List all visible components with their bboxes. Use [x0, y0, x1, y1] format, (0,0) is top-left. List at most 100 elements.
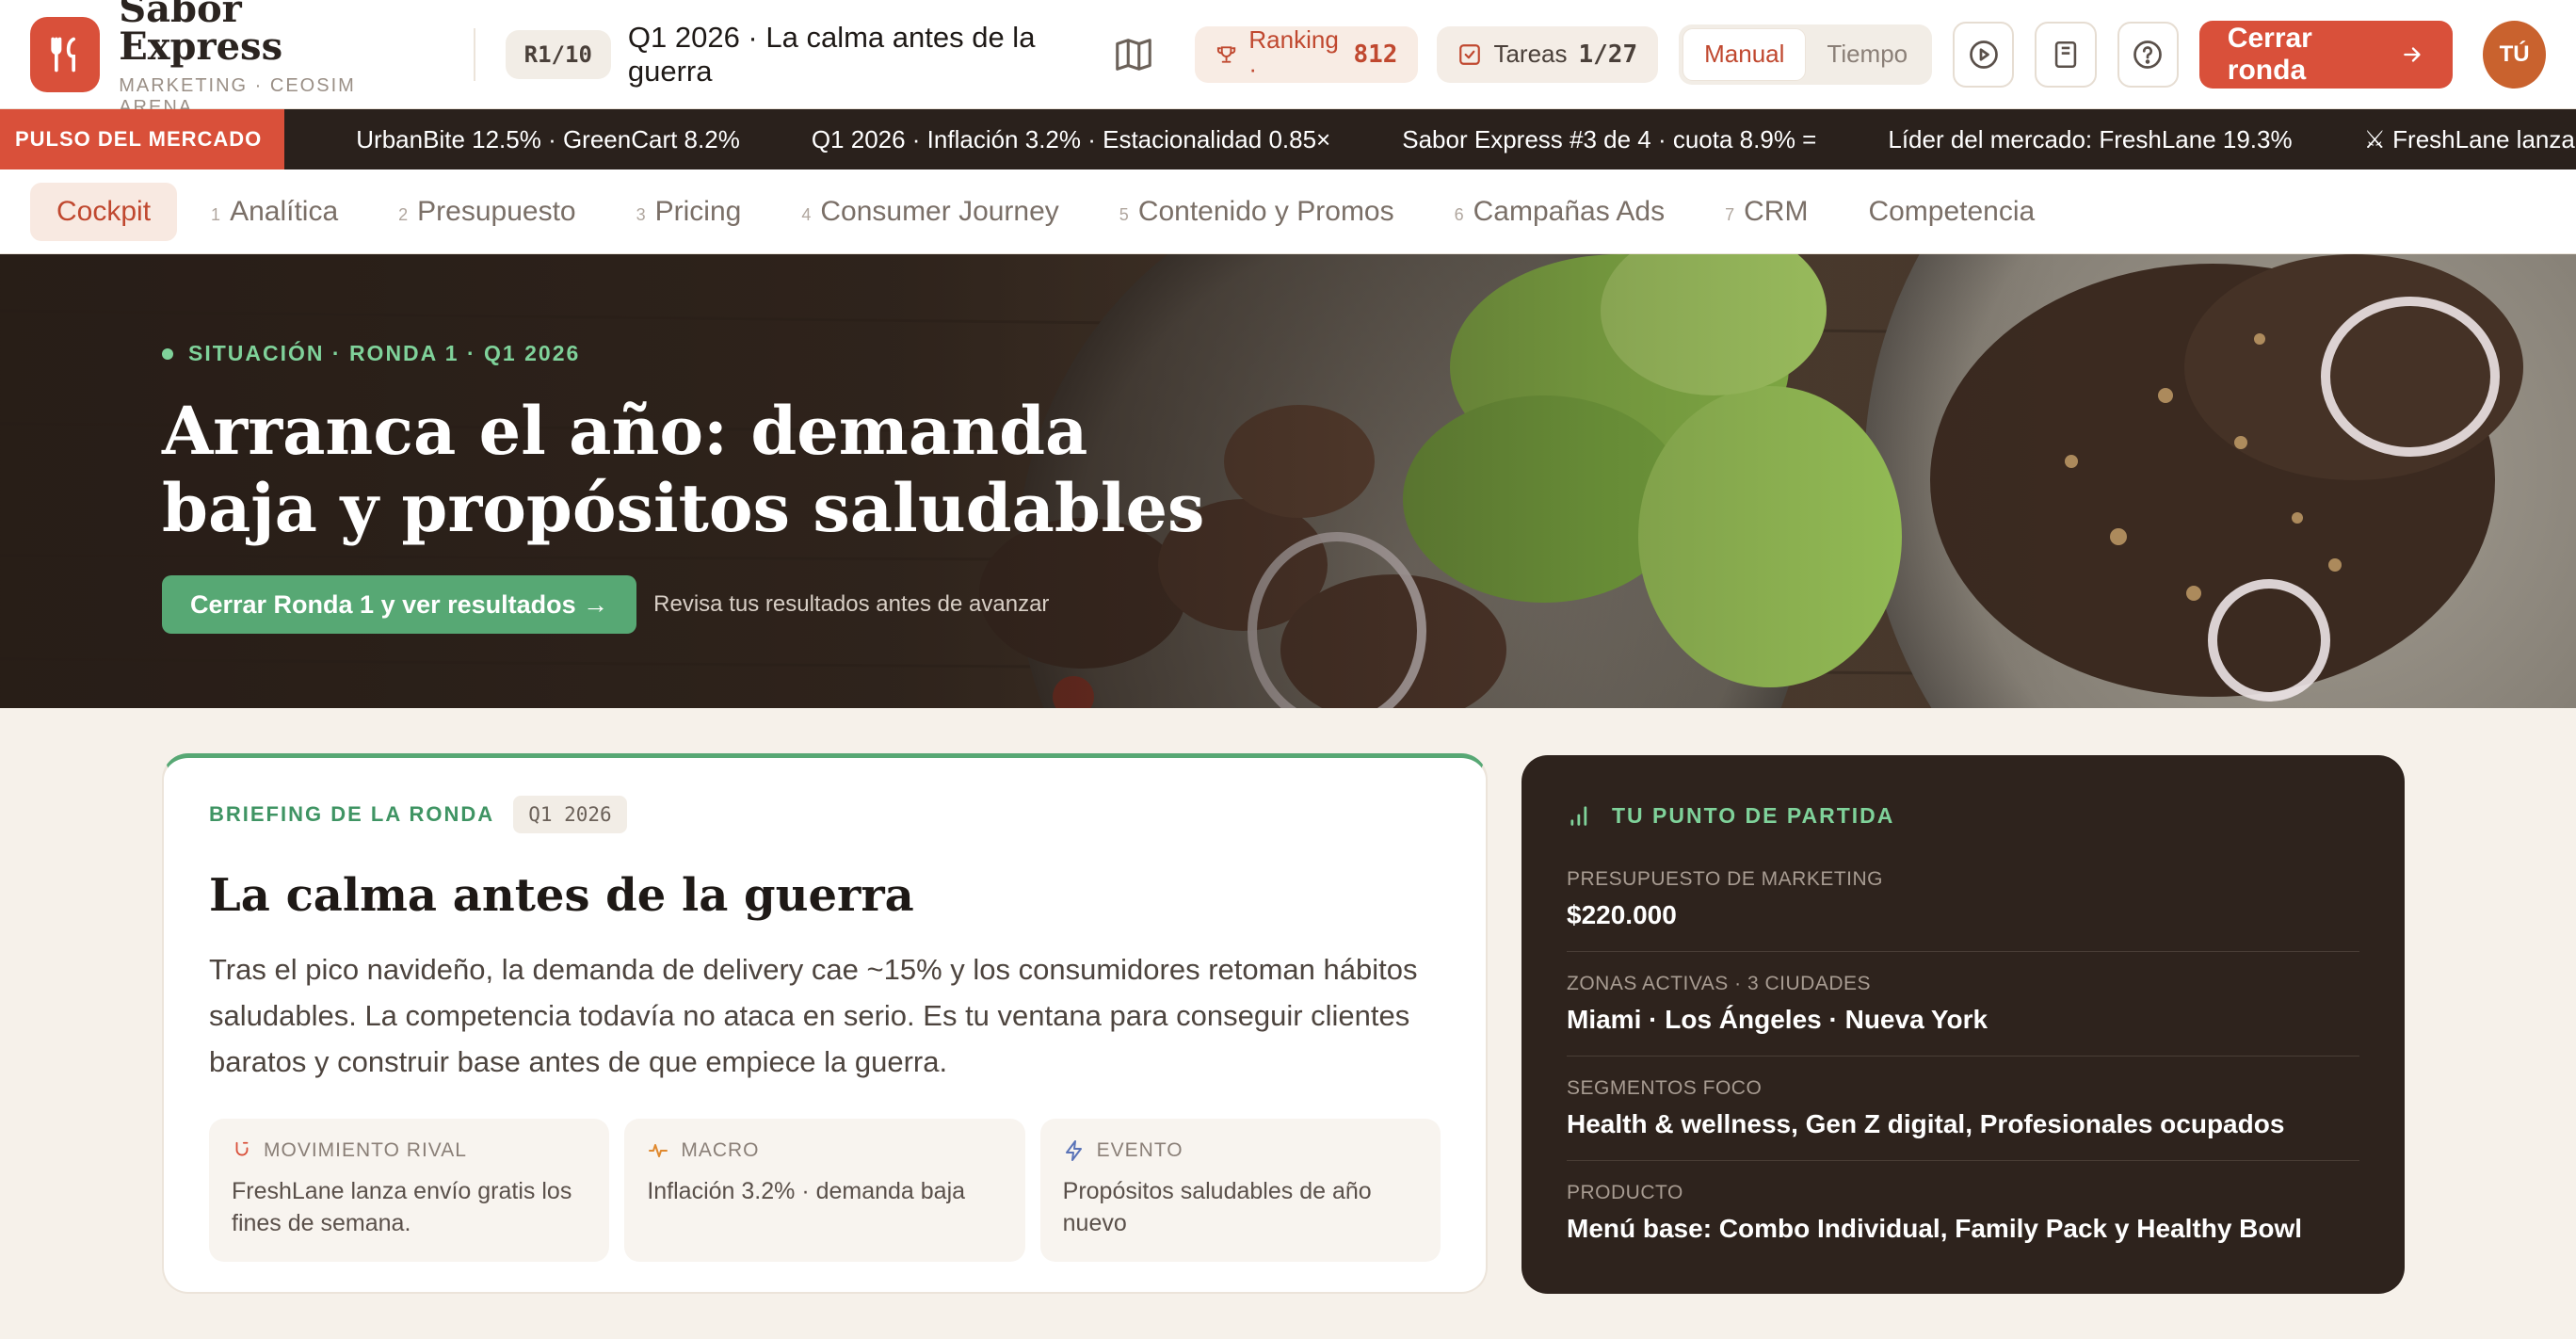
- avatar[interactable]: TÚ: [2483, 20, 2546, 89]
- status-dot-icon: [162, 347, 173, 360]
- tab-label: Pricing: [654, 195, 742, 227]
- tab-pricing[interactable]: 3 Pricing: [610, 183, 768, 241]
- briefing-body: Tras el pico navideño, la demanda de del…: [209, 953, 1418, 1078]
- tab-number: 6: [1454, 204, 1464, 224]
- hero-title: Arranca el año: demanda baja y propósito…: [162, 392, 1205, 547]
- tile-header: MOVIMIENTO RIVAL: [232, 1139, 587, 1162]
- hero-hint: Revisa tus resultados antes de avanzar: [653, 591, 1050, 617]
- tile-rival: MOVIMIENTO RIVAL FreshLane lanza envío g…: [209, 1119, 610, 1262]
- row-key: SEGMENTOS FOCO: [1567, 1077, 1763, 1099]
- briefing-tiles: MOVIMIENTO RIVAL FreshLane lanza envío g…: [209, 1119, 1441, 1262]
- tab-crm[interactable]: 7 CRM: [1699, 183, 1834, 241]
- tile-label: EVENTO: [1096, 1139, 1183, 1161]
- tile-evento: EVENTO Propósitos saludables de año nuev…: [1039, 1119, 1441, 1262]
- help-button[interactable]: [2117, 21, 2179, 88]
- row-value: Health & wellness, Gen Z digital, Profes…: [1567, 1109, 2285, 1138]
- tab-label: Presupuesto: [417, 195, 576, 227]
- ranking-value: 812: [1353, 40, 1398, 69]
- tasks-pill[interactable]: Tareas 1/27: [1437, 25, 1659, 83]
- tab-presupuesto[interactable]: 2 Presupuesto: [372, 183, 602, 241]
- ticker-items: UrbanBite 12.5% · GreenCart 8.2% Q1 2026…: [284, 125, 2576, 154]
- row-value: $220.000: [1567, 900, 1677, 929]
- tab-label: Cockpit: [56, 195, 152, 227]
- ticker-item: Líder del mercado: FreshLane 19.3%: [1888, 124, 2293, 153]
- round-title: Q1 2026 · La calma antes de la guerra: [627, 20, 1036, 88]
- tab-number: 7: [1725, 204, 1735, 224]
- tab-label: Consumer Journey: [820, 195, 1059, 227]
- tasks-value: 1/27: [1578, 40, 1638, 69]
- help-icon: [2133, 40, 2163, 69]
- tab-label: Competencia: [1868, 195, 2036, 227]
- fork-knife-icon[interactable]: [30, 16, 101, 92]
- divider: [473, 27, 475, 81]
- ranking-label: Ranking ·: [1248, 24, 1339, 83]
- close-round-button[interactable]: Cerrar ronda: [2198, 20, 2454, 89]
- ticker-item: Sabor Express #3 de 4 · cuota 8.9% =: [1402, 124, 1817, 153]
- play-button[interactable]: [1953, 21, 2015, 88]
- row-key: PRODUCTO: [1567, 1182, 1683, 1203]
- tab-competencia[interactable]: Competencia: [1842, 183, 2061, 241]
- trophy-icon: [1217, 45, 1236, 63]
- row-value: Miami · Los Ángeles · Nueva York: [1567, 1005, 1988, 1034]
- hero-eyebrow-text: SITUACIÓN · RONDA 1 · Q1 2026: [188, 341, 581, 365]
- tile-label: MACRO: [681, 1139, 760, 1161]
- book-icon: [2054, 40, 2077, 68]
- row-key: PRESUPUESTO DE MARKETING: [1567, 868, 1884, 890]
- tasks-label: Tareas: [1493, 40, 1568, 68]
- tile-label: MOVIMIENTO RIVAL: [264, 1139, 467, 1161]
- tab-number: 5: [1119, 204, 1129, 224]
- briefing-chip: Q1 2026: [513, 796, 627, 833]
- tab-cockpit[interactable]: Cockpit: [30, 182, 178, 241]
- tab-label: Contenido y Promos: [1137, 195, 1394, 227]
- checkbox-icon: [1459, 43, 1481, 65]
- row-key: ZONAS ACTIVAS · 3 CIUDADES: [1567, 973, 1872, 994]
- play-icon: [1969, 40, 1998, 69]
- hero-content: SITUACIÓN · RONDA 1 · Q1 2026 Arranca el…: [162, 341, 1216, 634]
- mode-tiempo-button[interactable]: Tiempo: [1806, 28, 1928, 81]
- hero-actions: Cerrar Ronda 1 y ver resultados → Revisa…: [162, 575, 1216, 634]
- hero-eyebrow: SITUACIÓN · RONDA 1 · Q1 2026: [162, 341, 1216, 366]
- market-ticker: PULSO DEL MERCADO UrbanBite 12.5% · Gree…: [0, 109, 2576, 169]
- map-icon[interactable]: [1112, 32, 1155, 77]
- close-round-label: Cerrar ronda: [2227, 22, 2312, 86]
- tab-number: 1: [211, 204, 221, 224]
- magnet-icon: [235, 1141, 249, 1156]
- ranking-pill[interactable]: Ranking · 812: [1195, 24, 1419, 83]
- tile-header: MACRO: [647, 1139, 1002, 1162]
- book-button[interactable]: [2035, 21, 2097, 88]
- tile-text: Inflación 3.2% · demanda baja: [647, 1178, 966, 1204]
- tile-header: EVENTO: [1063, 1139, 1418, 1162]
- tile-text: Propósitos saludables de año nuevo: [1062, 1178, 1372, 1236]
- ticker-label: PULSO DEL MERCADO: [0, 109, 285, 169]
- panel-row-budget: PRESUPUESTO DE MARKETING $220.000: [1567, 847, 2359, 952]
- top-header: Sabor Express MARKETING · CEOSIM ARENA R…: [0, 0, 2576, 118]
- mode-toggle: Manual Tiempo: [1679, 24, 1933, 85]
- brand-name: Sabor Express: [119, 0, 283, 69]
- tile-text: FreshLane lanza envío gratis los fines d…: [232, 1178, 572, 1236]
- tab-consumer-journey[interactable]: 4 Consumer Journey: [775, 183, 1085, 241]
- signal-bars-icon: [1570, 806, 1587, 826]
- starting-point-panel: TU PUNTO DE PARTIDA PRESUPUESTO DE MARKE…: [1521, 755, 2405, 1294]
- tab-campanas-ads[interactable]: 6 Campañas Ads: [1428, 183, 1691, 241]
- panel-header: TU PUNTO DE PARTIDA: [1567, 802, 2359, 829]
- tab-number: 2: [398, 204, 409, 224]
- tab-number: 3: [636, 204, 646, 224]
- panel-row-zones: ZONAS ACTIVAS · 3 CIUDADES Miami · Los Á…: [1567, 952, 2359, 1057]
- panel-row-segments: SEGMENTOS FOCO Health & wellness, Gen Z …: [1567, 1057, 2359, 1161]
- tab-label: Campañas Ads: [1473, 195, 1666, 227]
- briefing-eyebrow: BRIEFING DE LA RONDA Q1 2026: [209, 796, 1441, 833]
- tile-macro: MACRO Inflación 3.2% · demanda baja: [624, 1119, 1025, 1262]
- close-round-results-button[interactable]: Cerrar Ronda 1 y ver resultados →: [162, 575, 637, 634]
- tab-contenido-promos[interactable]: 5 Contenido y Promos: [1093, 183, 1421, 241]
- tab-label: CRM: [1744, 195, 1809, 227]
- bolt-icon: [1065, 1140, 1082, 1161]
- arrow-right-icon: [2404, 46, 2422, 62]
- hero-banner: SITUACIÓN · RONDA 1 · Q1 2026 Arranca el…: [0, 254, 2576, 708]
- tab-analitica[interactable]: 1 Analítica: [185, 183, 364, 241]
- pulse-icon: [649, 1144, 668, 1157]
- tab-label: Analítica: [230, 195, 339, 227]
- briefing-label: BRIEFING DE LA RONDA: [209, 802, 495, 826]
- brand: Sabor Express MARKETING · CEOSIM ARENA: [119, 0, 413, 119]
- ticker-item: UrbanBite 12.5% · GreenCart 8.2%: [356, 124, 740, 153]
- mode-manual-button[interactable]: Manual: [1682, 27, 1807, 81]
